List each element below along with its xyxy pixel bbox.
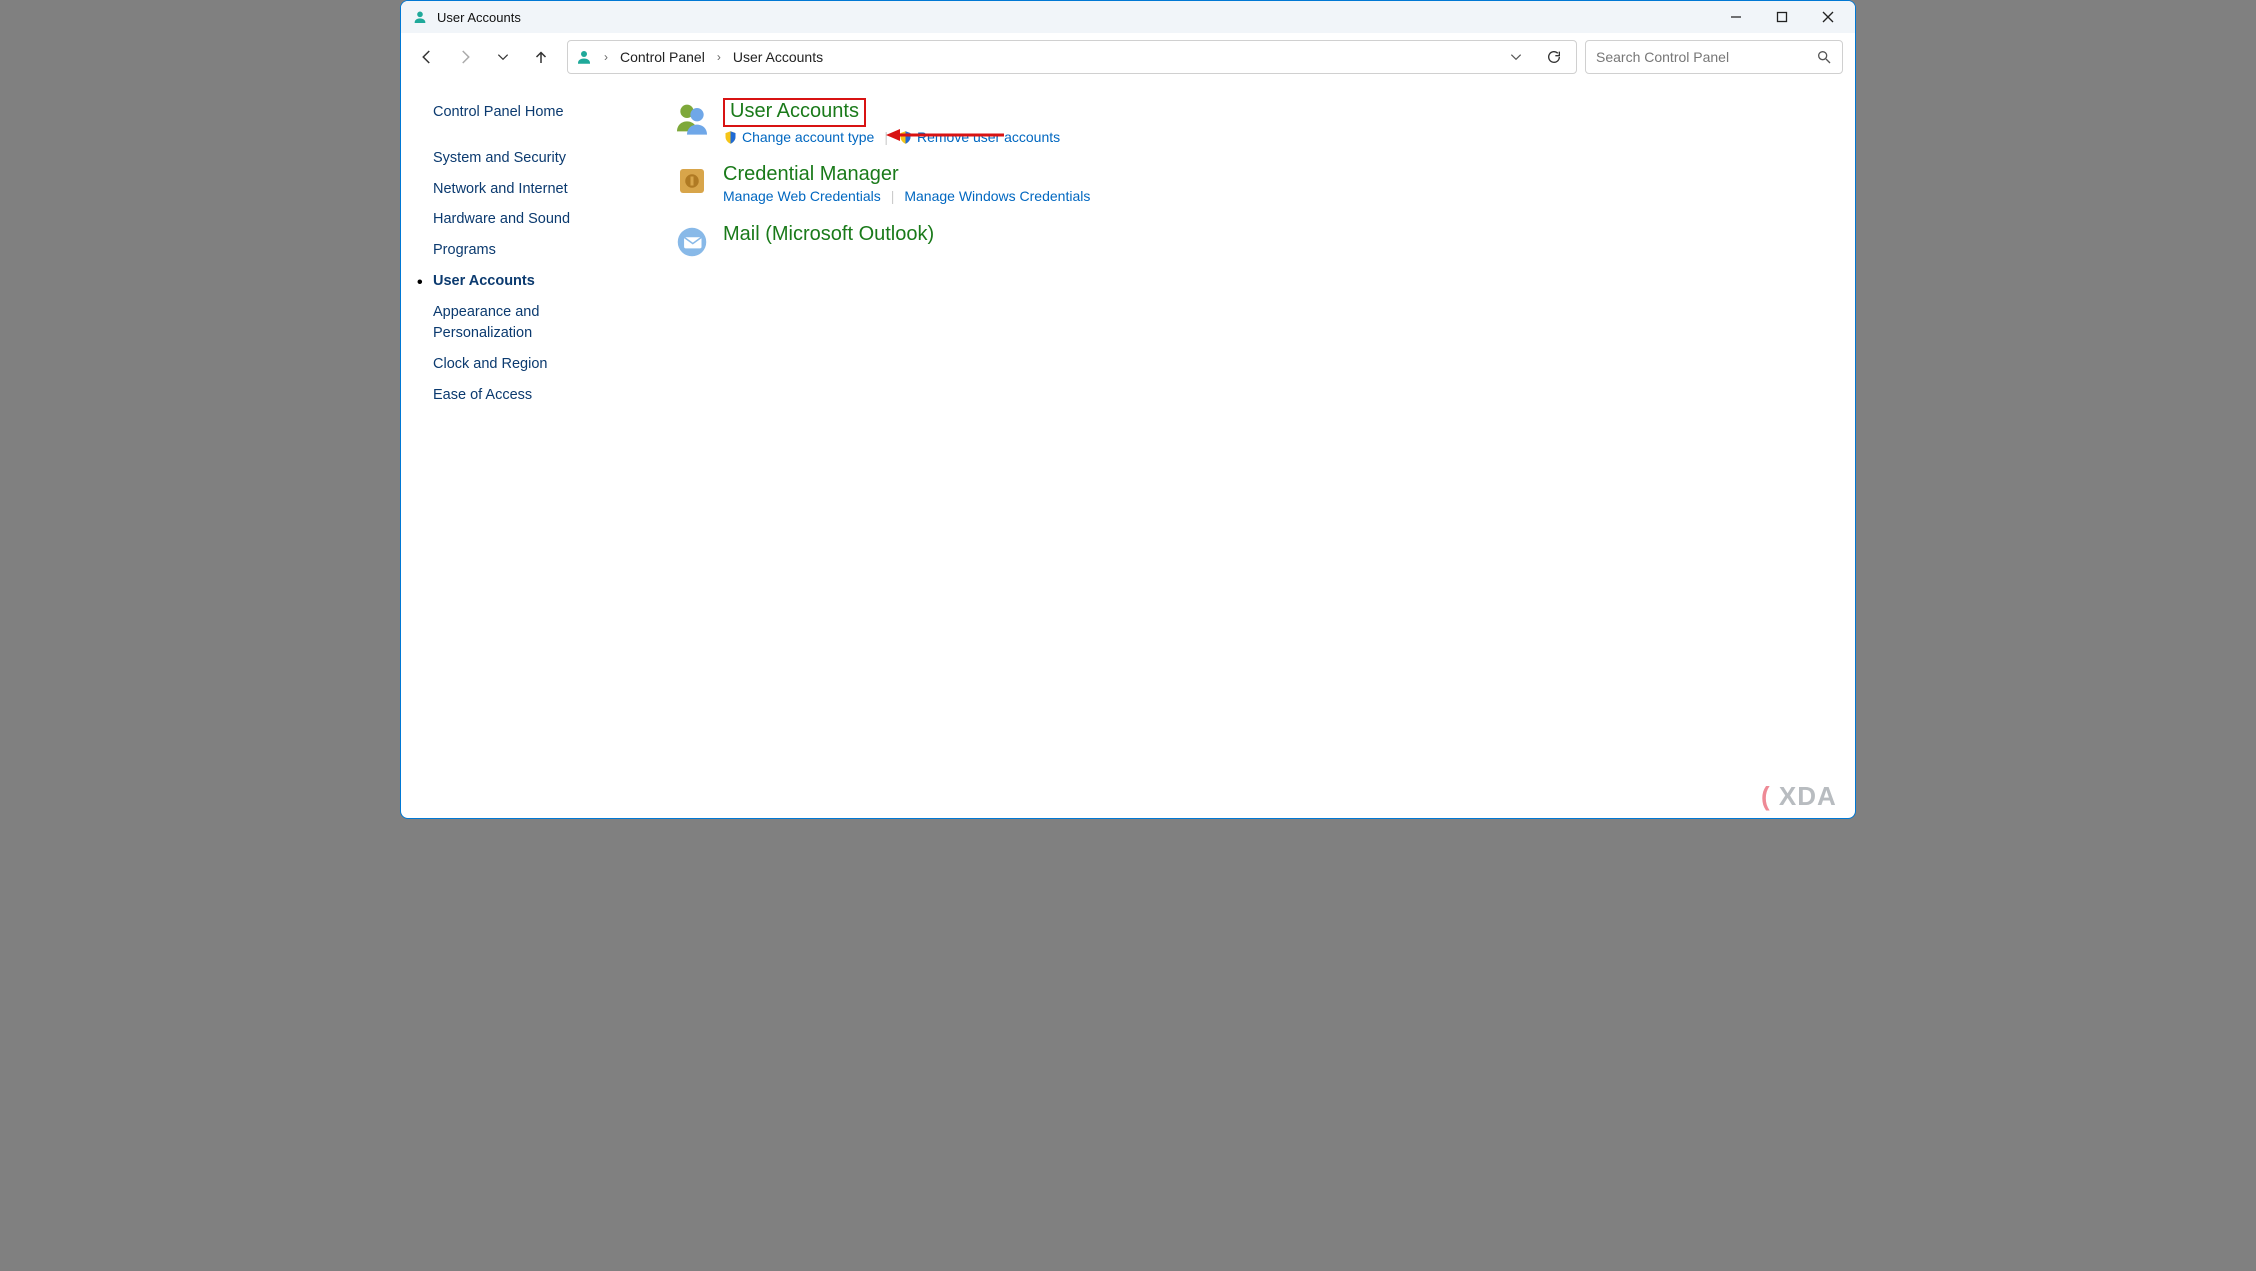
search-box[interactable] bbox=[1585, 40, 1843, 74]
maximize-button[interactable] bbox=[1759, 1, 1805, 33]
task-change-account-type[interactable]: Change account type bbox=[723, 129, 874, 145]
minimize-button[interactable] bbox=[1713, 1, 1759, 33]
sidebar-home[interactable]: Control Panel Home bbox=[433, 102, 651, 124]
watermark: ( XDA bbox=[1761, 781, 1845, 812]
address-dropdown-button[interactable] bbox=[1500, 41, 1532, 73]
task-label: Manage Windows Credentials bbox=[904, 188, 1090, 204]
sidebar-item-hardware-sound[interactable]: Hardware and Sound bbox=[433, 209, 651, 231]
window: User Accounts › Control Panel › User Acc… bbox=[400, 0, 1856, 819]
forward-button[interactable] bbox=[447, 39, 483, 75]
breadcrumb-root[interactable]: Control Panel bbox=[618, 47, 707, 67]
refresh-button[interactable] bbox=[1538, 41, 1570, 73]
toolbar: › Control Panel › User Accounts bbox=[401, 33, 1855, 80]
search-input[interactable] bbox=[1596, 49, 1816, 65]
category-title-mail[interactable]: Mail (Microsoft Outlook) bbox=[723, 223, 934, 246]
task-label: Manage Web Credentials bbox=[723, 188, 881, 204]
task-label: Change account type bbox=[742, 129, 874, 145]
category-title-user-accounts[interactable]: User Accounts bbox=[723, 98, 866, 127]
sidebar: Control Panel Home System and Security N… bbox=[401, 80, 651, 818]
category-credential-manager: Credential Manager Manage Web Credential… bbox=[671, 163, 1835, 205]
sidebar-item-clock-region[interactable]: Clock and Region bbox=[433, 354, 651, 376]
window-title: User Accounts bbox=[437, 10, 521, 25]
close-button[interactable] bbox=[1805, 1, 1851, 33]
sidebar-item-user-accounts[interactable]: User Accounts bbox=[433, 271, 651, 293]
recent-locations-button[interactable] bbox=[485, 39, 521, 75]
task-label: Remove user accounts bbox=[917, 129, 1060, 145]
category-title-credential-manager[interactable]: Credential Manager bbox=[723, 163, 899, 186]
shield-icon bbox=[898, 130, 913, 145]
mail-icon bbox=[671, 223, 713, 265]
breadcrumb-current[interactable]: User Accounts bbox=[731, 47, 825, 67]
credential-manager-icon bbox=[671, 163, 713, 205]
app-icon bbox=[411, 8, 429, 26]
breadcrumb-separator-icon: › bbox=[713, 50, 725, 64]
user-accounts-icon bbox=[671, 98, 713, 140]
content: User Accounts Change account type | Remo… bbox=[651, 80, 1855, 818]
sidebar-item-ease-of-access[interactable]: Ease of Access bbox=[433, 385, 651, 407]
task-remove-user-accounts[interactable]: Remove user accounts bbox=[898, 129, 1060, 145]
task-manage-web-credentials[interactable]: Manage Web Credentials bbox=[723, 188, 881, 204]
body: Control Panel Home System and Security N… bbox=[401, 80, 1855, 818]
sidebar-item-network-internet[interactable]: Network and Internet bbox=[433, 179, 651, 201]
sidebar-item-programs[interactable]: Programs bbox=[433, 240, 651, 262]
task-manage-windows-credentials[interactable]: Manage Windows Credentials bbox=[904, 188, 1090, 204]
task-separator: | bbox=[891, 188, 895, 204]
back-button[interactable] bbox=[409, 39, 445, 75]
search-icon bbox=[1816, 49, 1832, 65]
sidebar-item-system-security[interactable]: System and Security bbox=[433, 148, 651, 170]
up-button[interactable] bbox=[523, 39, 559, 75]
shield-icon bbox=[723, 130, 738, 145]
category-user-accounts: User Accounts Change account type | Remo… bbox=[671, 98, 1835, 145]
breadcrumb-separator-icon: › bbox=[600, 50, 612, 64]
task-separator: | bbox=[884, 129, 888, 145]
sidebar-item-appearance[interactable]: Appearance and Personalization bbox=[433, 302, 583, 346]
address-bar[interactable]: › Control Panel › User Accounts bbox=[567, 40, 1577, 74]
titlebar: User Accounts bbox=[401, 1, 1855, 33]
address-icon bbox=[574, 47, 594, 67]
category-mail: Mail (Microsoft Outlook) bbox=[671, 223, 1835, 265]
